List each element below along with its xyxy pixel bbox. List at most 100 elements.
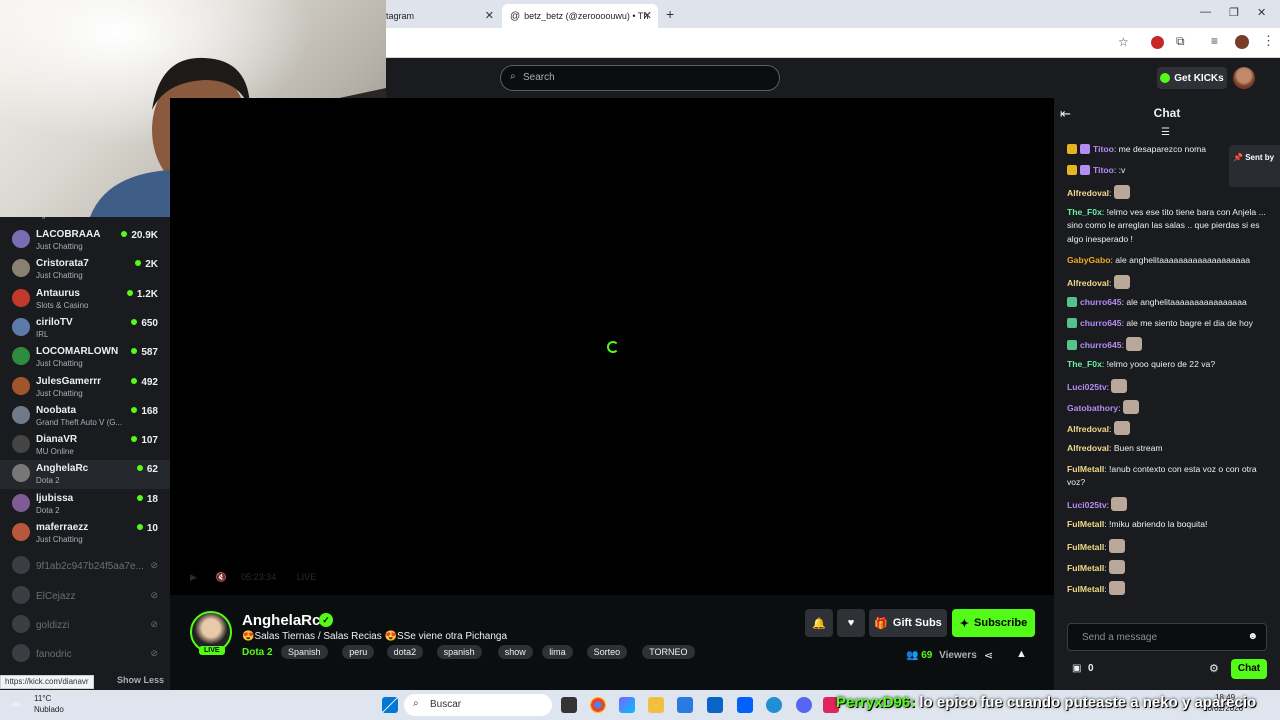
chat-username[interactable]: Gatobathory xyxy=(1067,403,1118,413)
share-icon[interactable]: ⋖ xyxy=(984,649,993,662)
stream-tag[interactable]: TORNEO xyxy=(642,645,695,659)
taskbar-search[interactable]: ⌕ Buscar xyxy=(404,694,552,716)
sidebar-channel[interactable]: DianaVR MU Online 107 xyxy=(0,431,170,460)
stream-tag[interactable]: Spanish xyxy=(281,645,328,659)
chat-filter-icon[interactable]: ☰ xyxy=(1161,127,1170,138)
chat-username[interactable]: churro645 xyxy=(1080,297,1122,307)
channel-avatar xyxy=(12,230,30,248)
task-view-icon[interactable] xyxy=(561,697,577,713)
new-tab-icon[interactable]: + xyxy=(666,6,674,22)
chat-message: churro645: xyxy=(1067,337,1267,353)
stream-tag[interactable]: spanish xyxy=(436,645,482,659)
minimize-icon[interactable]: — xyxy=(1200,6,1211,18)
stream-tag[interactable]: dota2 xyxy=(386,645,424,659)
chat-username[interactable]: Luci025tv xyxy=(1067,382,1107,392)
sidebar-channel[interactable]: Noobata Grand Theft Auto V (G... 168 xyxy=(0,402,170,431)
chat-username[interactable]: Titoo xyxy=(1093,144,1114,154)
sidebar-channel[interactable]: Antaurus Slots & Casino 1.2K xyxy=(0,285,170,314)
streamer-name[interactable]: AnghelaRc xyxy=(242,612,320,629)
follow-heart-button[interactable]: ♥ xyxy=(837,609,865,637)
sidebar-channel[interactable]: LOCOMARLOWN Just Chatting 587 xyxy=(0,343,170,372)
restore-icon[interactable]: ❐ xyxy=(1229,6,1239,19)
stream-tag[interactable]: Sorteo xyxy=(586,645,628,659)
sidebar-channel[interactable]: ljubissa Dota 2 18 xyxy=(0,490,170,519)
chat-username[interactable]: churro645 xyxy=(1080,318,1122,328)
user-avatar[interactable] xyxy=(1233,67,1255,89)
channel-category: Slots & Casino xyxy=(36,300,89,310)
mail-icon[interactable] xyxy=(707,697,723,713)
discord-icon[interactable] xyxy=(796,697,812,713)
chat-username[interactable]: FulMetall xyxy=(1067,563,1104,573)
chat-settings-icon[interactable]: ⚙ xyxy=(1209,662,1219,675)
media-control-icon[interactable]: ≡ xyxy=(1211,34,1218,48)
channel-viewers: 20.9K xyxy=(121,230,158,241)
chat-username[interactable]: The_F0x xyxy=(1067,359,1102,369)
kicks-wallet-icon[interactable]: ▣ xyxy=(1072,663,1081,674)
chat-text: :v xyxy=(1118,164,1126,175)
channel-avatar xyxy=(12,376,30,395)
chat-username[interactable]: Titoo xyxy=(1093,165,1114,175)
search-input[interactable]: ⌕ Search xyxy=(500,65,780,91)
volume-icon[interactable]: 🔇 xyxy=(215,572,226,582)
video-player[interactable]: ▶ 🔇 05:23:34 LIVE xyxy=(170,98,1054,595)
channel-avatar xyxy=(12,585,30,604)
sidebar-channel[interactable]: AnghelaRc Dota 2 62 xyxy=(0,460,170,490)
chat-username[interactable]: The_F0x xyxy=(1067,207,1102,217)
sidebar-channel[interactable]: JulesGamerrr Just Chatting 492 xyxy=(0,373,170,402)
chat-username[interactable]: Alfredoval xyxy=(1067,278,1109,288)
chat-username[interactable]: Alfredoval xyxy=(1067,188,1109,198)
show-less-button[interactable]: Show Less xyxy=(117,675,164,685)
gift-subs-button[interactable]: 🎁 Gift Subs xyxy=(869,609,947,637)
chat-username[interactable]: Alfredoval xyxy=(1067,443,1109,453)
sidebar-channel[interactable]: maferraezz Just Chatting 10 xyxy=(0,519,170,548)
chat-username[interactable]: FulMetall xyxy=(1067,464,1104,474)
stream-tag[interactable]: show xyxy=(497,645,533,659)
sidebar-channel-offline[interactable]: ElCejazz ⊘ xyxy=(0,582,170,611)
sidebar-channel-offline[interactable]: fanodric ⊘ xyxy=(0,640,170,669)
emoji-icon[interactable]: ☻ xyxy=(1247,631,1258,642)
notification-bell-button[interactable]: 🔔 xyxy=(805,609,833,637)
chrome-icon[interactable] xyxy=(590,697,606,713)
pinned-sent-by[interactable]: 📌 Sent by xyxy=(1229,145,1280,187)
copilot-icon[interactable] xyxy=(619,697,635,713)
close-tab-icon[interactable]: ✕ xyxy=(643,9,652,22)
stream-tag[interactable]: lima xyxy=(542,645,573,659)
sidebar-channel-offline[interactable]: goldizzi ⊘ xyxy=(0,611,170,640)
chat-send-button[interactable]: Chat xyxy=(1231,659,1267,679)
report-icon[interactable]: ▲ xyxy=(1016,648,1027,660)
chat-username[interactable]: Luci025tv xyxy=(1067,500,1107,510)
sidebar-channel-offline[interactable]: 9f1ab2c947b24f5aa7e... ⊘ xyxy=(0,552,170,581)
file-explorer-icon[interactable] xyxy=(648,697,664,713)
sidebar-channel[interactable]: Cristorata7 Just Chatting 2K xyxy=(0,255,170,284)
chat-username[interactable]: Alfredoval xyxy=(1067,424,1109,434)
close-tab-icon[interactable]: ✕ xyxy=(485,9,494,22)
sidebar-channel[interactable]: ciriloTV IRL 650 xyxy=(0,314,170,343)
browser-menu-icon[interactable]: ⋮ xyxy=(1262,33,1275,49)
edge-icon[interactable] xyxy=(766,697,782,713)
chat-username[interactable]: FulMetall xyxy=(1067,584,1104,594)
extension-shield-icon[interactable] xyxy=(1151,36,1164,49)
store-icon[interactable] xyxy=(677,697,693,713)
chat-username[interactable]: FulMetall xyxy=(1067,519,1104,529)
bookmark-star-icon[interactable]: ☆ xyxy=(1118,35,1129,49)
chat-username[interactable]: GabyGabo xyxy=(1067,255,1110,265)
browser-tab-instagram[interactable]: tagram ✕ xyxy=(386,4,500,28)
chat-message-input[interactable]: Send a message ☻ xyxy=(1067,623,1267,651)
chat-username[interactable]: FulMetall xyxy=(1067,542,1104,552)
stream-tag[interactable]: peru xyxy=(342,645,375,659)
channel-name: ElCejazz xyxy=(36,590,76,602)
windows-start-icon[interactable] xyxy=(382,697,398,713)
close-window-icon[interactable]: ✕ xyxy=(1257,6,1266,19)
get-kicks-button[interactable]: Get KICKs xyxy=(1157,67,1227,89)
browser-tab-threads[interactable]: @ betz_betz (@zeroooouwu) • Thre ✕ xyxy=(502,4,658,28)
offline-icon: ⊘ xyxy=(150,560,158,571)
chat-username[interactable]: churro645 xyxy=(1080,340,1122,350)
subscribe-button[interactable]: ✦ Subscribe xyxy=(952,609,1035,637)
dropbox-icon[interactable] xyxy=(737,697,753,713)
extensions-puzzle-icon[interactable]: ⧉ xyxy=(1176,34,1185,49)
profile-avatar[interactable] xyxy=(1235,35,1249,49)
play-icon[interactable]: ▶ xyxy=(190,572,197,582)
stream-category[interactable]: Dota 2 xyxy=(242,647,273,658)
sidebar-channel[interactable]: LACOBRAAA Just Chatting 20.9K xyxy=(0,226,170,255)
chat-message: The_F0x: !elmo yooo quiero de 22 va? xyxy=(1067,359,1216,370)
